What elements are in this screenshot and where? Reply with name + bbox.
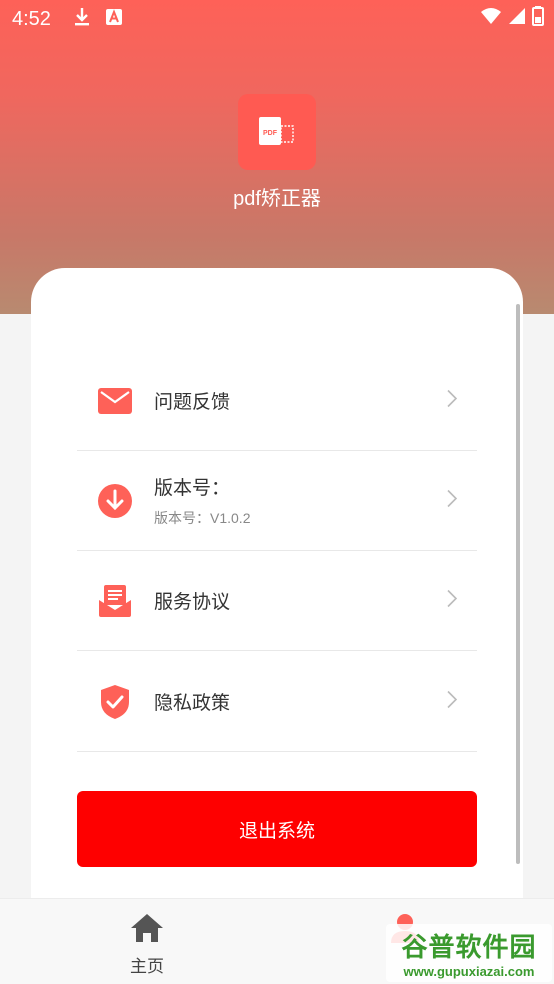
version-value: 版本号：V1.0.2 [154, 510, 251, 526]
status-bar: 4:52 [0, 0, 554, 38]
pdf-file-icon: PDF [259, 117, 294, 145]
watermark-text: 谷普软件园 [401, 932, 537, 962]
wifi-icon [480, 7, 502, 30]
chevron-right-icon [447, 589, 458, 612]
menu-item-version[interactable]: 版本号： 版本号：V1.0.2 [77, 451, 477, 551]
signal-icon [508, 7, 526, 30]
menu-item-label: 问题反馈 [154, 392, 231, 413]
svg-text:PDF: PDF [263, 130, 278, 137]
battery-icon [532, 6, 544, 31]
app-notification-icon [105, 8, 123, 31]
menu-item-label: 隐私政策 [154, 693, 231, 714]
mail-icon [97, 383, 133, 419]
menu-item-feedback[interactable]: 问题反馈 [77, 351, 477, 451]
menu-item-service-agreement[interactable]: 服务协议 [77, 551, 477, 651]
chevron-right-icon [447, 690, 458, 713]
app-logo: PDF [238, 94, 316, 170]
nav-tab-label: 主页 [130, 957, 164, 976]
download-icon [73, 7, 91, 32]
home-icon [130, 913, 164, 948]
document-icon [97, 583, 133, 619]
menu-item-label: 版本号： [154, 478, 231, 499]
menu-item-label: 服务协议 [154, 592, 231, 613]
watermark-url: www.gupuxiazai.com [403, 964, 535, 979]
scrollbar[interactable] [516, 304, 520, 864]
logout-button[interactable]: 退出系统 [77, 791, 477, 867]
nav-tab-home[interactable]: 主页 [97, 899, 197, 984]
watermark: 谷普软件园 www.gupuxiazai.com [386, 924, 552, 982]
status-time: 4:52 [12, 7, 51, 30]
download-circle-icon [97, 483, 133, 519]
chevron-right-icon [447, 389, 458, 412]
chevron-right-icon [447, 489, 458, 512]
shield-check-icon [97, 684, 133, 720]
menu-item-privacy-policy[interactable]: 隐私政策 [77, 652, 477, 752]
app-name: pdf矫正器 [233, 188, 321, 210]
